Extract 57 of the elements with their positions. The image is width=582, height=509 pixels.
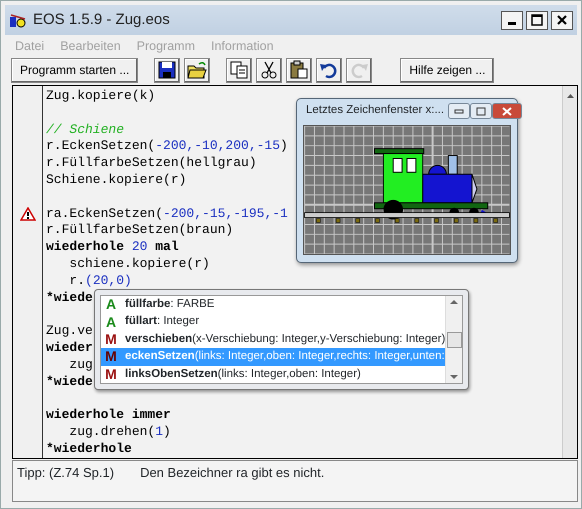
scroll-up-icon (450, 299, 458, 304)
code-line: zug.drehen(1) (68, 424, 171, 441)
undo-button[interactable] (316, 58, 342, 82)
code-line: r.FüllfarbeSetzen(braun) (46, 222, 234, 240)
code-line: Zug.ve (46, 323, 93, 340)
minimize-icon (454, 108, 464, 114)
completion-item[interactable]: A füllart: Integer (101, 313, 446, 331)
code-line: r.EckenSetzen(-200,-10,200,-15) (46, 138, 288, 156)
scrollbar[interactable] (445, 296, 462, 383)
folder-button[interactable] (184, 58, 210, 82)
code-line: wiederhole 20 mal (46, 239, 179, 256)
code-line: *wiede (46, 374, 93, 390)
completion-item[interactable]: M linksObenSetzen(links: Integer,oben: Integer) (101, 366, 446, 383)
scissors-button[interactable] (256, 58, 282, 82)
close-icon (556, 14, 568, 26)
copy-button[interactable] (226, 58, 252, 82)
save-icon (157, 60, 178, 80)
app-icon (9, 12, 27, 28)
maximize-icon (531, 14, 543, 26)
code-line: Zug.kopiere(k) (46, 88, 156, 105)
close-icon (502, 106, 512, 116)
toolbar-button[interactable]: Hilfe zeigen ... (400, 58, 494, 82)
close-button[interactable] (551, 10, 573, 30)
status-position: Tipp: (Z.74 Sp.1) (17, 464, 114, 482)
code-line: r.FüllfarbeSetzen(hellgrau) (46, 155, 257, 172)
code-line: wiederhole immer (46, 407, 171, 424)
folder-icon (187, 60, 208, 80)
code-line: *wiederhole (46, 440, 132, 458)
drawing-window-title: Letztes Zeichenfenster x:... (306, 103, 444, 118)
clipboard-button[interactable] (286, 58, 312, 82)
scissors-icon (259, 60, 280, 80)
window-title: EOS 1.5.9 - Zug.eos (33, 10, 170, 30)
copy-icon (229, 60, 250, 80)
code-line: zug (68, 356, 93, 374)
code-line: ra.EckenSetzen(-200,-15,-195,-1 (46, 206, 288, 222)
completion-item[interactable]: M verschieben(x-Verschiebung: Integer,y-Verschiebung: Integer) (101, 330, 446, 348)
code-line: *wiede (46, 290, 93, 306)
maximize-icon (476, 106, 486, 116)
minimize-button[interactable] (448, 103, 470, 119)
toolbar-button[interactable]: Programm starten ... (11, 58, 138, 82)
code-line: Schiene.kopiere(r) (46, 172, 186, 189)
completion-item[interactable]: M eckenSetzen(links: Integer,oben: Integer,rechts: Integer,unten: (101, 348, 446, 366)
scroll-thumb[interactable] (446, 332, 462, 348)
status-message: Den Bezeichner ra gibt es nicht. (140, 464, 324, 482)
clipboard-icon (289, 60, 310, 80)
completion-item[interactable]: A füllfarbe: FARBE (101, 296, 446, 314)
save-button[interactable] (154, 58, 180, 82)
code-line: schiene.kopiere(r) (68, 256, 210, 273)
code-line: // Schiene (46, 122, 124, 138)
code-line: wieder (46, 340, 93, 357)
maximize-button[interactable] (470, 103, 492, 119)
maximize-button[interactable] (526, 10, 548, 30)
scrollbar[interactable] (562, 86, 577, 458)
code-line: r.(20,0) (68, 272, 132, 290)
scroll-down-icon (450, 375, 458, 380)
minimize-button[interactable] (501, 10, 523, 30)
minimize-icon (508, 22, 516, 25)
